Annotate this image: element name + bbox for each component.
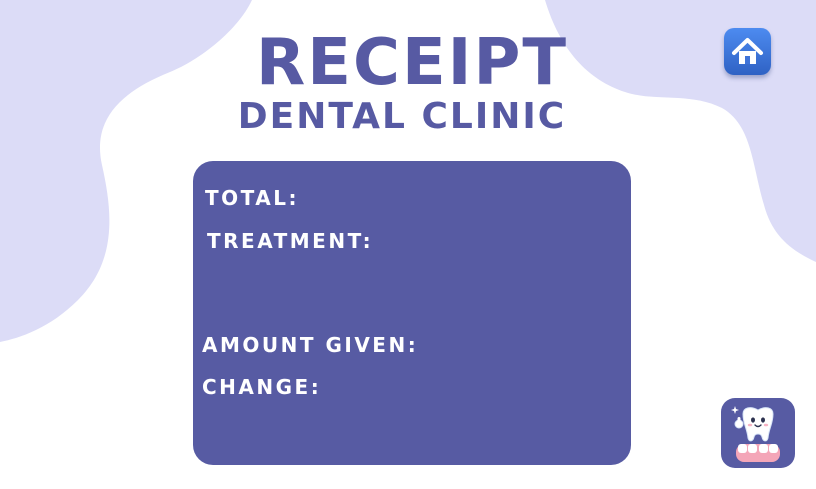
- home-button[interactable]: [724, 28, 771, 75]
- tooth-mascot-button[interactable]: [721, 398, 795, 468]
- amount-given-label: AMOUNT GIVEN:: [202, 333, 419, 357]
- page-title: RECEIPT: [255, 26, 569, 100]
- treatment-label: TREATMENT:: [207, 229, 374, 253]
- change-label: CHANGE:: [202, 375, 322, 399]
- tooth-mascot-icon: [731, 406, 780, 462]
- page-subtitle: DENTAL CLINIC: [237, 96, 567, 137]
- home-icon: [732, 38, 763, 64]
- total-label: TOTAL:: [205, 186, 299, 210]
